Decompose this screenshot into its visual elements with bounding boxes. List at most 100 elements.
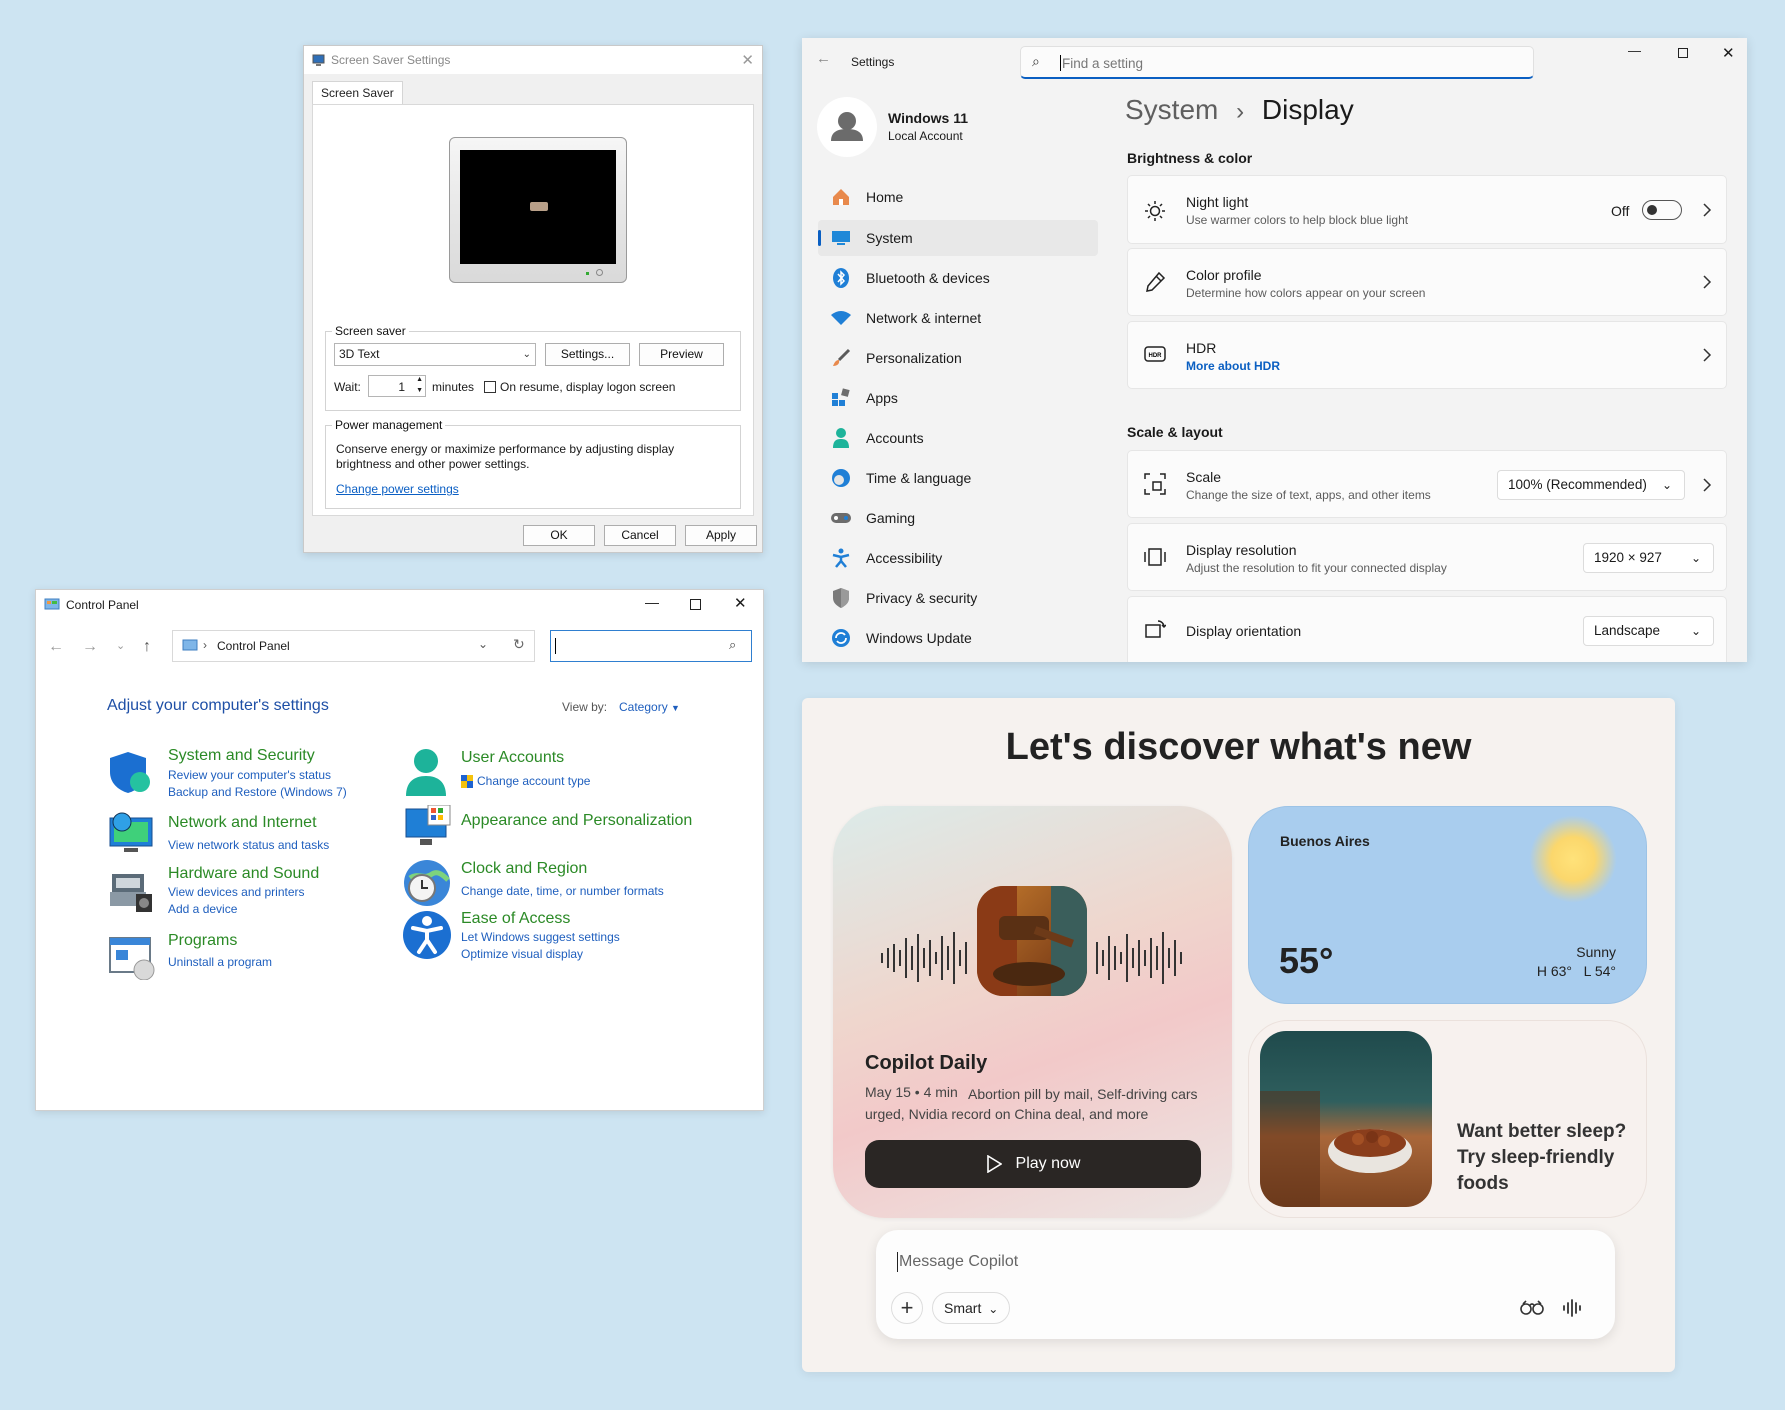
setting-subtitle: Use warmer colors to help block blue lig… (1186, 213, 1409, 227)
hdr-row[interactable]: HDR HDR More about HDR (1127, 321, 1727, 389)
category-title-network-internet[interactable]: Network and Internet (168, 814, 317, 832)
setting-title: Display resolution (1186, 542, 1297, 558)
add-button[interactable]: + (891, 1292, 923, 1324)
tab-panel: Screen saver 3D Text ⌄ Settings... Previ… (312, 104, 754, 516)
weather-card[interactable]: Buenos Aires 55° Sunny H 63° L 54° (1248, 806, 1647, 1004)
preview-3d-text (530, 202, 548, 211)
sidebar-item-windows-update[interactable]: Windows Update (818, 620, 1098, 656)
category-link[interactable]: Let Windows suggest settings (461, 930, 620, 944)
more-about-hdr-link[interactable]: More about HDR (1186, 359, 1280, 373)
sidebar-item-bluetooth[interactable]: Bluetooth & devices (818, 260, 1098, 296)
tab-screen-saver[interactable]: Screen Saver (312, 81, 403, 105)
sidebar-item-home[interactable]: Home (818, 179, 1098, 215)
back-arrow-icon[interactable]: ← (48, 638, 64, 656)
night-light-toggle[interactable] (1642, 200, 1682, 220)
voice-icon[interactable] (1562, 1298, 1582, 1318)
bluetooth-icon (830, 267, 852, 289)
apply-button[interactable]: Apply (685, 525, 757, 546)
sidebar-item-privacy[interactable]: Privacy & security (818, 580, 1098, 616)
view-by-select[interactable]: Category ▼ (619, 700, 680, 714)
resume-checkbox[interactable] (484, 381, 496, 393)
category-title-programs[interactable]: Programs (168, 932, 237, 950)
sidebar-item-accessibility[interactable]: Accessibility (818, 540, 1098, 576)
screen-saver-select[interactable]: 3D Text ⌄ (334, 343, 536, 366)
maximize-icon[interactable] (1678, 48, 1688, 58)
close-icon[interactable]: ✕ (741, 51, 754, 69)
sidebar-item-apps[interactable]: Apps (818, 380, 1098, 416)
search-icon: ⌕ (1032, 53, 1040, 69)
minimize-icon[interactable]: — (1628, 43, 1641, 58)
category-title-system-security[interactable]: System and Security (168, 747, 315, 765)
wait-spinner[interactable]: 1 ▲ ▼ (368, 375, 426, 397)
breadcrumb-parent[interactable]: System (1125, 94, 1218, 125)
category-link[interactable]: Optimize visual display (461, 947, 583, 961)
settings-button[interactable]: Settings... (545, 343, 630, 366)
weather-city: Buenos Aires (1280, 833, 1370, 849)
category-title-appearance-personalization[interactable]: Appearance and Personalization (461, 812, 692, 830)
page-header: System › Display (1125, 94, 1354, 126)
resolution-row: Display resolution Adjust the resolution… (1127, 523, 1727, 591)
sidebar-item-label: Windows Update (866, 630, 972, 646)
night-light-row[interactable]: Night light Use warmer colors to help bl… (1127, 175, 1727, 244)
sidebar-item-gaming[interactable]: Gaming (818, 500, 1098, 536)
up-arrow-icon[interactable]: ↑ (143, 638, 151, 656)
chevron-right-icon[interactable] (1702, 478, 1712, 492)
category-link[interactable]: Change date, time, or number formats (461, 884, 664, 898)
category-link[interactable]: Review your computer's status (168, 768, 331, 782)
play-now-button[interactable]: Play now (865, 1140, 1201, 1188)
category-link[interactable]: Backup and Restore (Windows 7) (168, 785, 347, 799)
category-link[interactable]: View devices and printers (168, 885, 305, 899)
sidebar-item-system[interactable]: System (818, 220, 1098, 256)
color-profile-row[interactable]: Color profile Determine how colors appea… (1127, 248, 1727, 316)
change-power-settings-link[interactable]: Change power settings (336, 482, 459, 496)
gavel-image (977, 886, 1087, 996)
minimize-icon[interactable]: — (645, 594, 659, 610)
spin-up-icon[interactable]: ▲ (416, 376, 423, 383)
clock-region-icon (402, 858, 452, 908)
back-arrow-icon[interactable]: ← (816, 50, 831, 67)
search-icon[interactable]: ⌕ (729, 637, 736, 653)
address-bar[interactable]: › Control Panel ⌄ ↻ (172, 630, 535, 662)
sidebar-item-accounts[interactable]: Accounts (818, 420, 1098, 456)
preview-button[interactable]: Preview (639, 343, 724, 366)
category-title-hardware-sound[interactable]: Hardware and Sound (168, 865, 319, 883)
avatar[interactable] (817, 97, 877, 157)
network-internet-icon (108, 812, 154, 856)
daily-title: Copilot Daily (865, 1052, 988, 1074)
breadcrumb[interactable]: Control Panel (217, 639, 290, 653)
close-icon[interactable]: ✕ (1722, 44, 1735, 62)
food-card[interactable]: Want better sleep? Try sleep-friendly fo… (1248, 1020, 1647, 1218)
search-input[interactable]: ⌕ (550, 630, 752, 662)
sidebar-item-time-language[interactable]: Time & language (818, 460, 1098, 496)
mode-selector[interactable]: Smart ⌄ (932, 1292, 1010, 1324)
category-link[interactable]: Add a device (168, 902, 237, 916)
message-input[interactable]: Message Copilot (899, 1253, 1018, 1271)
weather-high-low: H 63° L 54° (1536, 963, 1616, 979)
close-icon[interactable]: ✕ (734, 594, 747, 612)
category-title-user-accounts[interactable]: User Accounts (461, 749, 564, 767)
category-title-ease-of-access[interactable]: Ease of Access (461, 910, 570, 928)
orientation-dropdown[interactable]: Landscape ⌄ (1583, 616, 1714, 646)
ok-button[interactable]: OK (523, 525, 595, 546)
refresh-icon[interactable]: ↻ (513, 636, 525, 653)
scale-dropdown[interactable]: 100% (Recommended) ⌄ (1497, 470, 1685, 500)
cancel-button[interactable]: Cancel (604, 525, 676, 546)
category-title-clock-region[interactable]: Clock and Region (461, 860, 587, 878)
appearance-personalization-icon (404, 805, 452, 849)
sidebar-item-personalization[interactable]: Personalization (818, 340, 1098, 376)
category-link[interactable]: Uninstall a program (168, 955, 272, 969)
category-link[interactable]: Change account type (477, 774, 590, 788)
forward-arrow-icon[interactable]: → (82, 638, 98, 656)
preview-screen (460, 150, 616, 264)
copilot-daily-card[interactable]: Copilot Daily May 15 • 4 min Abortion pi… (833, 806, 1232, 1218)
category-link[interactable]: View network status and tasks (168, 838, 329, 852)
sidebar-item-network[interactable]: Network & internet (818, 300, 1098, 336)
recent-chevron-icon[interactable]: ⌄ (116, 639, 125, 652)
address-dropdown-icon[interactable]: ⌄ (478, 637, 488, 651)
vision-glasses-icon[interactable] (1520, 1300, 1544, 1316)
search-input[interactable]: ⌕ Find a setting (1020, 46, 1534, 79)
spin-down-icon[interactable]: ▼ (416, 387, 423, 394)
selection-indicator (818, 230, 821, 246)
resolution-dropdown[interactable]: 1920 × 927 ⌄ (1583, 543, 1714, 573)
maximize-icon[interactable] (690, 599, 701, 610)
